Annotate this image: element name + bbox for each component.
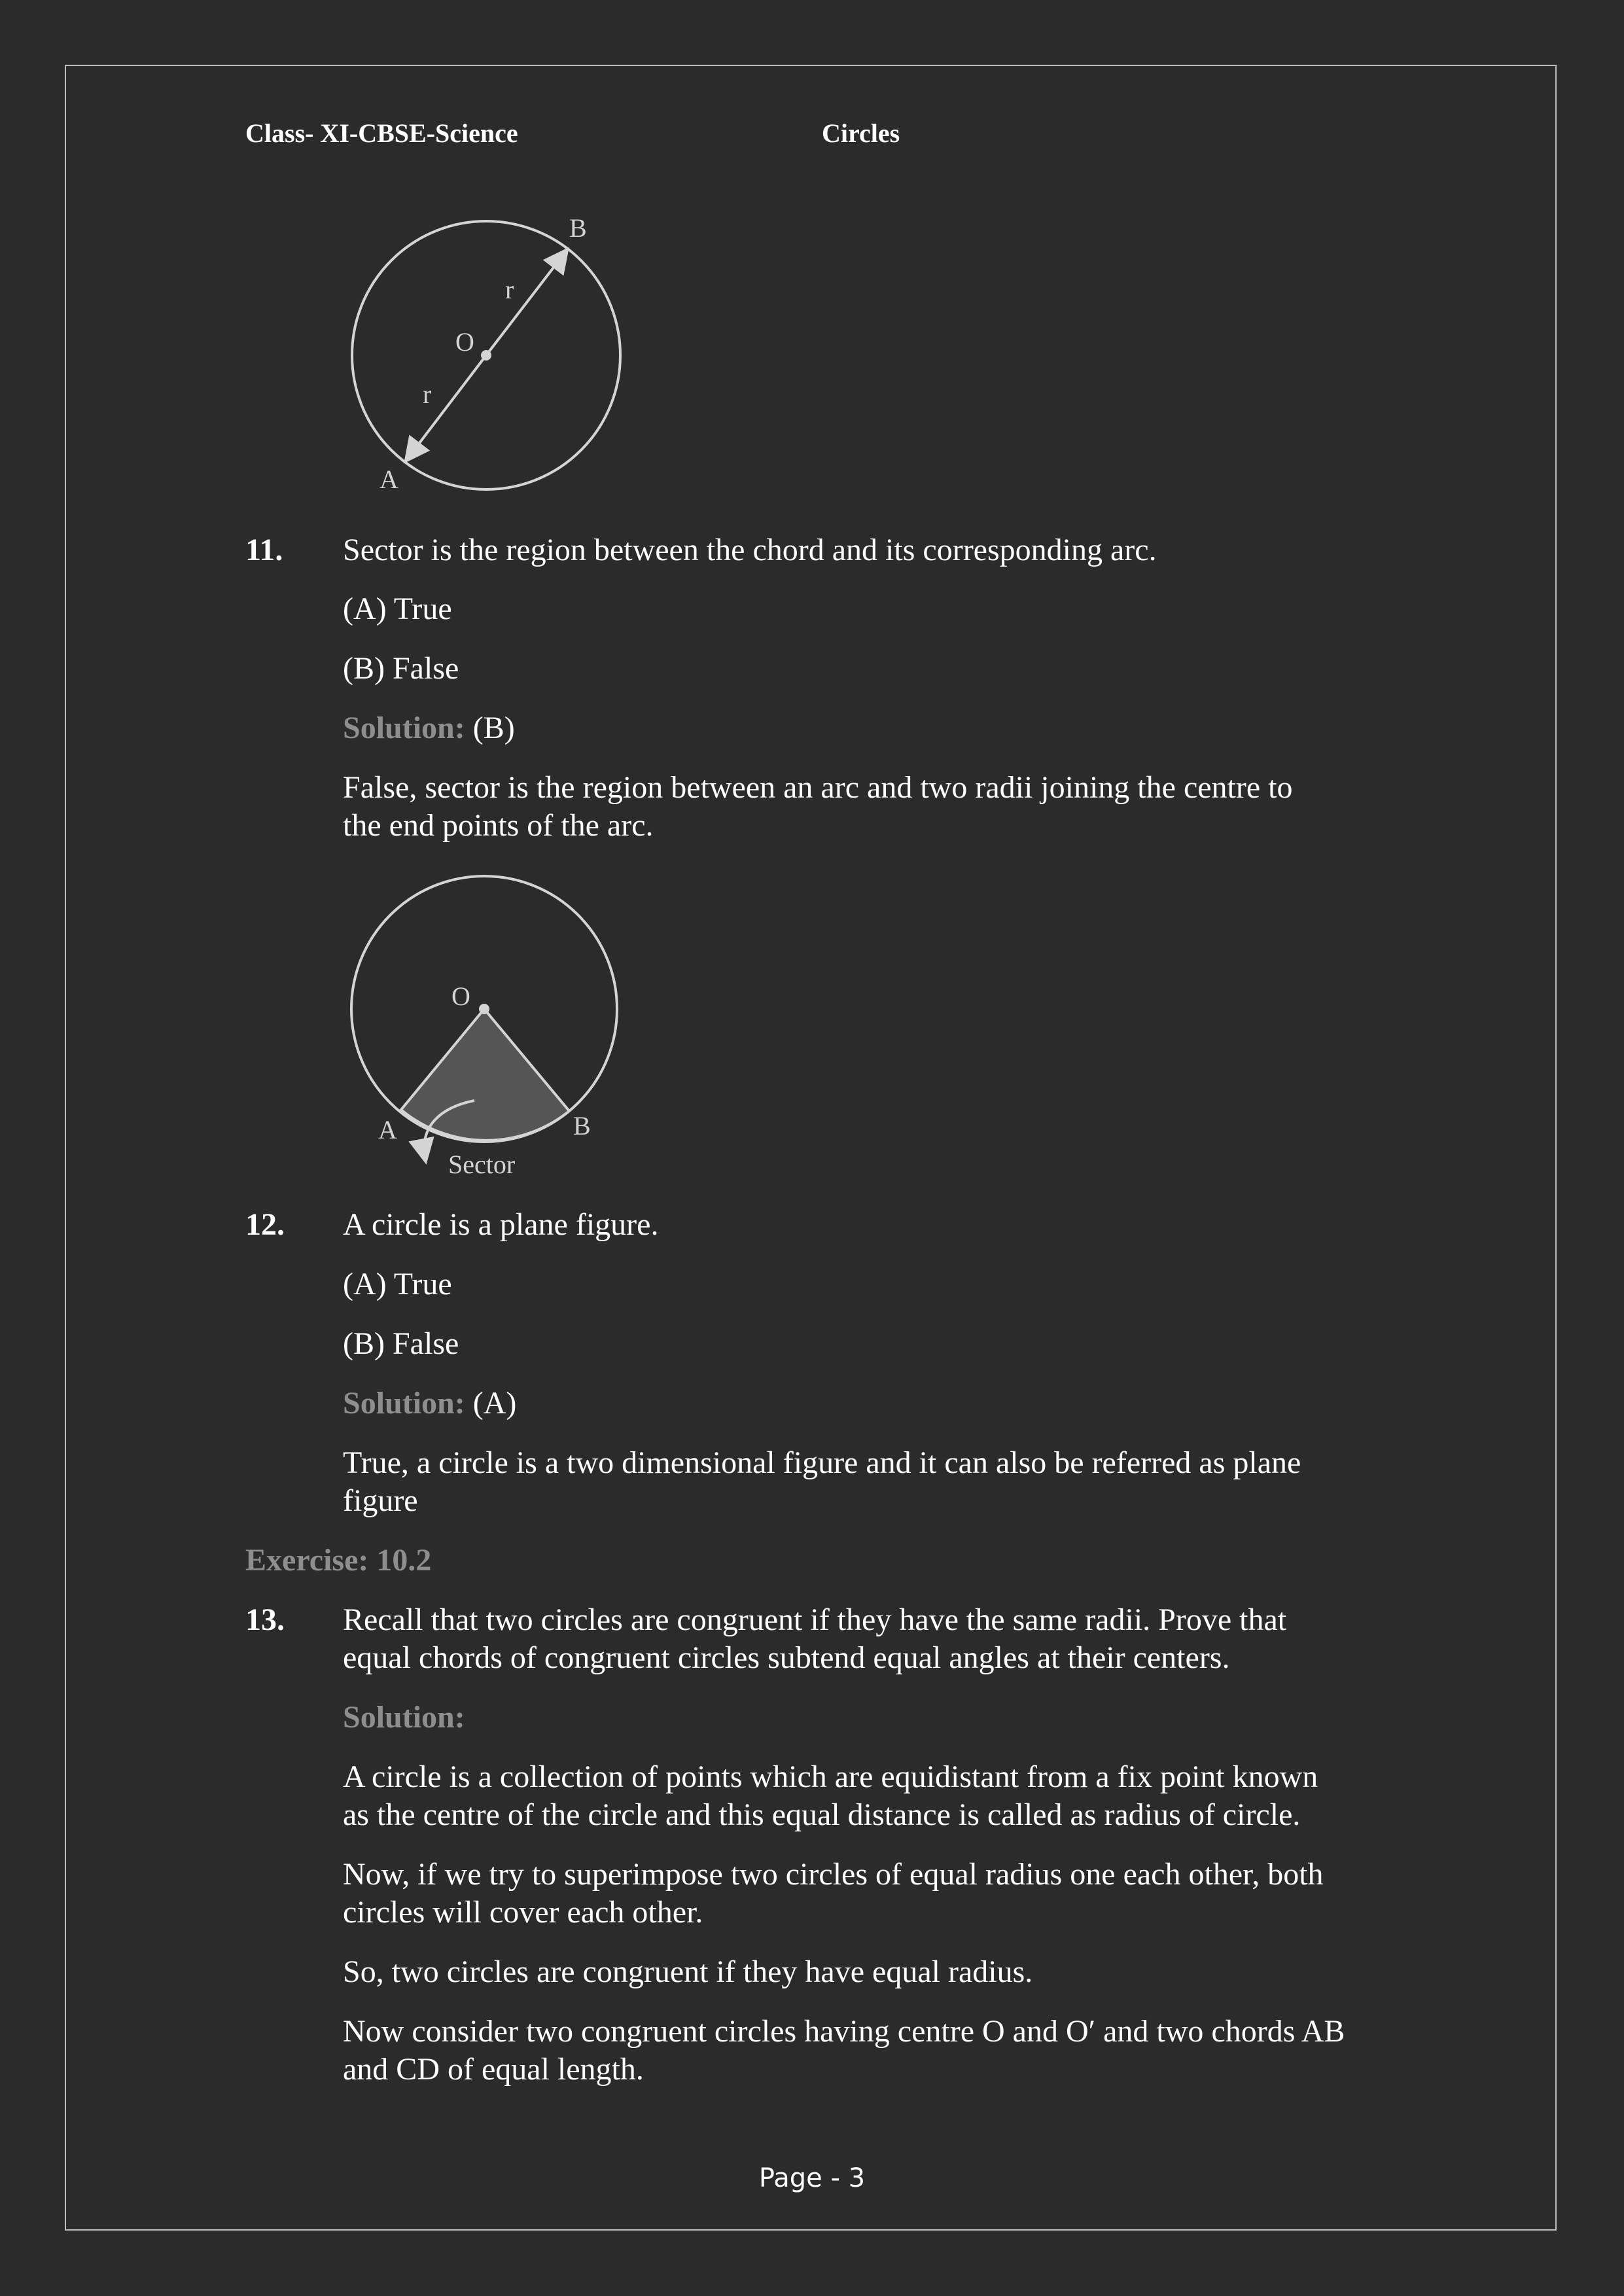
label-r-bottom: r [423,380,431,409]
header-class-label: Class- XI-CBSE-Science [245,118,518,148]
solution-13-p4-line1: Now consider two congruent circles havin… [343,2014,1345,2049]
explanation-12-line2: figure [343,1483,418,1518]
label-a: A [378,1115,397,1144]
solution-answer-12: (A) [465,1386,517,1421]
header-chapter-title: Circles [822,118,900,148]
question-text-12: A circle is a plane figure. [343,1207,659,1242]
figure-sector: O A B Sector [350,875,618,1179]
radius-arrow-a [404,354,487,464]
label-b: B [573,1111,591,1140]
solution-13-p2-line1: Now, if we try to superimpose two circle… [343,1857,1324,1892]
option-b-11: (B) False [343,651,459,686]
label-sector: Sector [448,1150,515,1179]
question-number-11: 11. [245,533,283,567]
question-text-13-line2: equal chords of congruent circles subten… [343,1640,1230,1675]
page-border [65,65,1557,2231]
question-text-13-line1: Recall that two circles are congruent if… [343,1602,1287,1637]
page-number: Page - 3 [758,2163,866,2193]
solution-13-p4-line2: and CD of equal length. [343,2052,644,2087]
option-b-12: (B) False [343,1326,459,1361]
solution-13-p1-line1: A circle is a collection of points which… [343,1759,1318,1794]
solution-13-p3: So, two circles are congruent if they ha… [343,1954,1033,1989]
sector-shape [399,1006,571,1142]
label-r-top: r [505,275,514,304]
option-a-11: (A) True [343,592,452,626]
label-o: O [451,981,470,1011]
solution-12: Solution: (A) [343,1385,516,1422]
radius-arrow-b [485,247,569,357]
center-point [479,1004,489,1014]
solution-label-13: Solution: [343,1700,465,1735]
figure-circle-diameter: B r O r A [351,213,622,494]
label-b: B [569,213,587,243]
center-point [481,350,491,361]
question-number-12: 12. [245,1207,285,1242]
explanation-12-line1: True, a circle is a two dimensional figu… [343,1445,1301,1480]
solution-label-12: Solution: [343,1386,465,1421]
solution-label-11: Solution: [343,711,465,745]
solution-11: Solution: (B) [343,709,515,747]
explanation-11-line1: False, sector is the region between an a… [343,770,1293,805]
label-a: A [380,465,398,494]
label-o: O [455,327,474,357]
solution-answer-11: (B) [465,711,515,745]
solution-13-p1-line2: as the centre of the circle and this equ… [343,1797,1301,1832]
question-text-11: Sector is the region between the chord a… [343,533,1157,567]
exercise-heading: Exercise: 10.2 [245,1543,432,1578]
option-a-12: (A) True [343,1267,452,1301]
solution-13-p2-line2: circles will cover each other. [343,1895,703,1930]
explanation-11-line2: the end points of the arc. [343,808,654,843]
question-number-13: 13. [245,1602,285,1637]
